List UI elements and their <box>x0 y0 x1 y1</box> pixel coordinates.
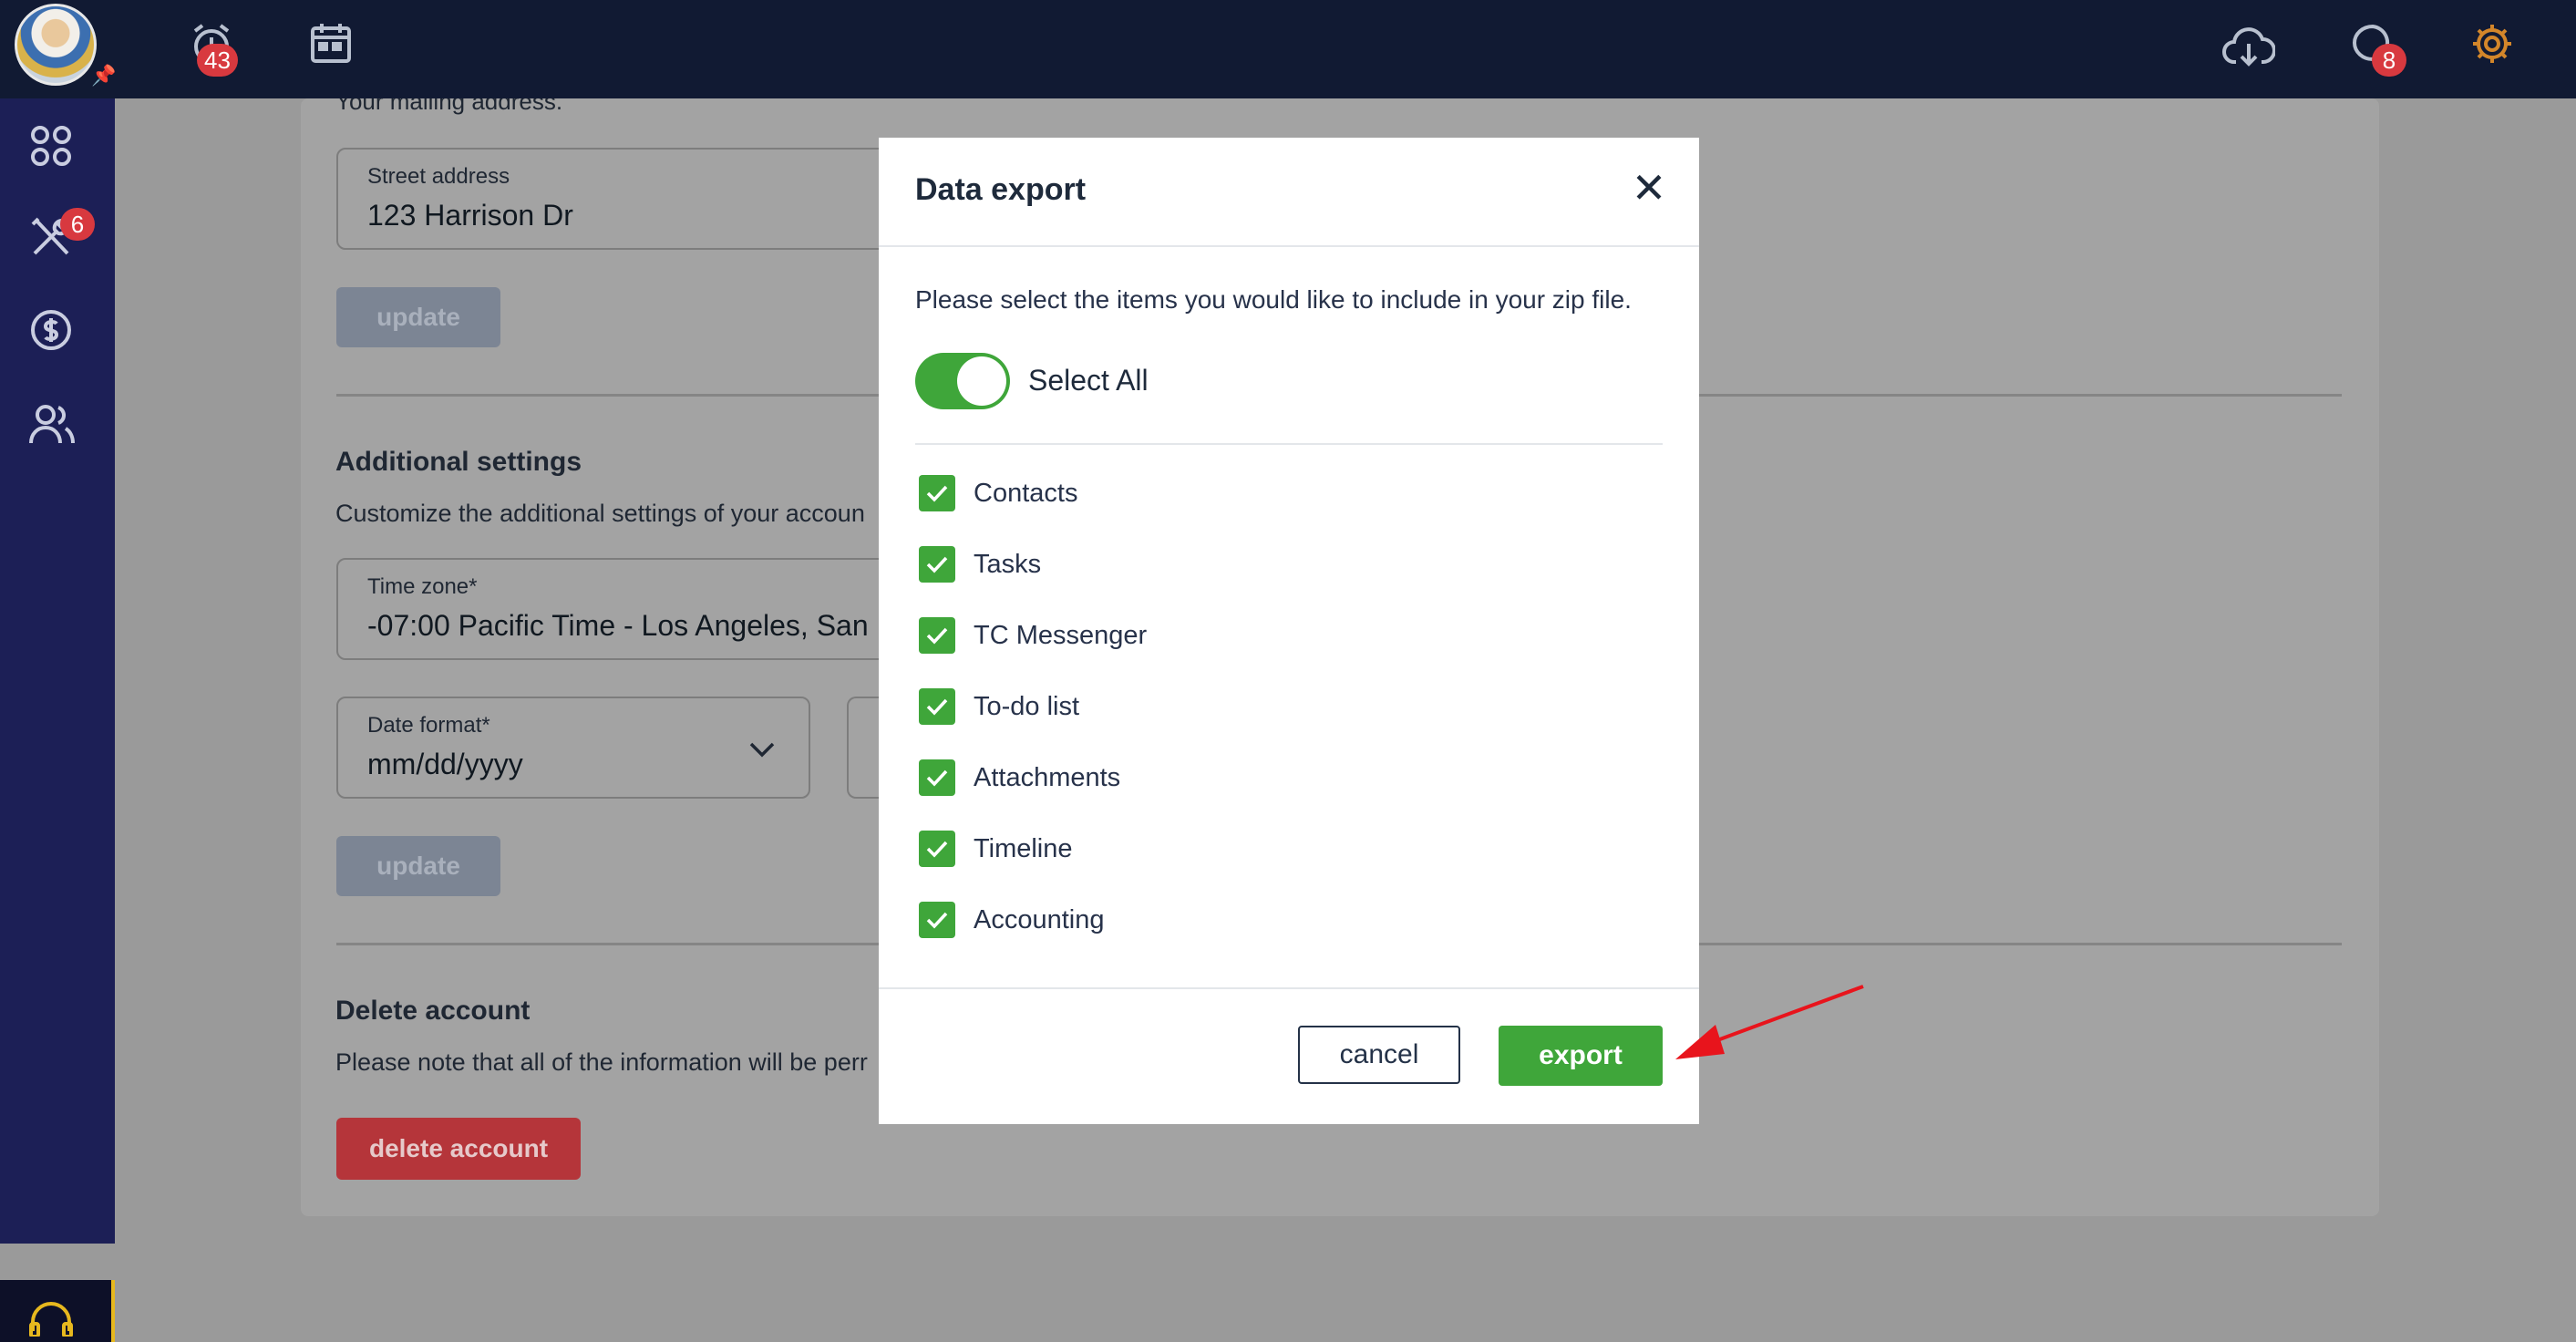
check-icon <box>926 556 948 573</box>
export-button[interactable]: export <box>1499 1026 1663 1086</box>
street-address-field[interactable]: Street address 123 Harrison Dr <box>336 148 896 250</box>
top-bar: 📌 43 8 <box>0 0 2576 98</box>
accounting-checkbox[interactable] <box>919 902 955 938</box>
date-format-label: Date format* <box>367 713 490 738</box>
todo-list-label: To-do list <box>974 692 1080 721</box>
chat-icon[interactable]: 8 <box>2350 22 2406 77</box>
close-icon[interactable]: ✕ <box>1626 165 1672 211</box>
dollar-icon[interactable] <box>29 308 73 356</box>
additional-settings-desc: Customize the additional settings of you… <box>335 500 865 527</box>
footer-divider <box>879 987 1699 989</box>
data-export-dialog: Data export ✕ Please select the items yo… <box>879 138 1699 1124</box>
chevron-down-icon <box>749 742 775 758</box>
messages-badge: 8 <box>2372 44 2406 77</box>
tools-badge: 6 <box>60 208 95 241</box>
check-icon <box>926 769 948 787</box>
update-settings-button[interactable]: update <box>336 836 500 896</box>
check-icon <box>926 912 948 929</box>
sidebar: 6 <box>0 98 115 1342</box>
check-icon <box>926 627 948 645</box>
timeline-checkbox[interactable] <box>919 831 955 867</box>
delete-account-desc: Please note that all of the information … <box>335 1048 868 1076</box>
alarm-clock-icon[interactable]: 43 <box>188 20 238 77</box>
check-icon <box>926 698 948 716</box>
accounting-label: Accounting <box>974 905 1105 934</box>
select-all-label: Select All <box>1028 364 1149 397</box>
arrow-annotation <box>1675 985 1864 1059</box>
cloud-download-icon[interactable] <box>2222 22 2276 74</box>
additional-settings-title: Additional settings <box>335 447 582 477</box>
gear-icon[interactable] <box>2470 22 2514 70</box>
pin-icon: 📌 <box>91 64 117 87</box>
dialog-description: Please select the items you would like t… <box>915 285 1632 314</box>
time-zone-label: Time zone* <box>367 574 478 599</box>
avatar[interactable] <box>15 4 97 86</box>
date-format-select[interactable]: Date format* mm/dd/yyyy <box>336 697 810 799</box>
attachments-checkbox[interactable] <box>919 759 955 796</box>
time-zone-field[interactable]: Time zone* -07:00 Pacific Time - Los Ang… <box>336 558 896 660</box>
select-all-toggle[interactable] <box>915 353 1010 409</box>
cancel-button[interactable]: cancel <box>1298 1026 1460 1084</box>
tc-messenger-label: TC Messenger <box>974 621 1148 650</box>
tools-icon[interactable]: 6 <box>29 208 95 263</box>
headset-icon <box>29 1302 73 1337</box>
support-button[interactable] <box>0 1280 115 1342</box>
delete-account-title: Delete account <box>335 996 531 1026</box>
header-divider <box>879 245 1699 247</box>
contacts-label: Contacts <box>974 479 1078 508</box>
tasks-checkbox[interactable] <box>919 546 955 583</box>
date-format-value: mm/dd/yyyy <box>367 748 523 780</box>
list-divider <box>915 443 1663 445</box>
delete-account-button[interactable]: delete account <box>336 1118 581 1180</box>
attachments-label: Attachments <box>974 763 1121 792</box>
timeline-label: Timeline <box>974 834 1073 863</box>
tasks-label: Tasks <box>974 550 1042 579</box>
contacts-checkbox[interactable] <box>919 475 955 511</box>
street-address-value: 123 Harrison Dr <box>367 199 573 232</box>
users-icon[interactable] <box>29 401 75 451</box>
todo-list-checkbox[interactable] <box>919 688 955 725</box>
reminders-badge: 43 <box>197 44 238 77</box>
dashboard-icon[interactable] <box>29 124 73 172</box>
dialog-title: Data export <box>915 172 1087 207</box>
street-address-label: Street address <box>367 164 510 189</box>
update-address-button[interactable]: update <box>336 287 500 347</box>
check-icon <box>926 841 948 858</box>
time-zone-value: -07:00 Pacific Time - Los Angeles, San D <box>367 609 894 642</box>
tc-messenger-checkbox[interactable] <box>919 617 955 654</box>
calendar-icon[interactable] <box>308 20 354 70</box>
check-icon <box>926 485 948 502</box>
toggle-knob <box>957 356 1006 406</box>
